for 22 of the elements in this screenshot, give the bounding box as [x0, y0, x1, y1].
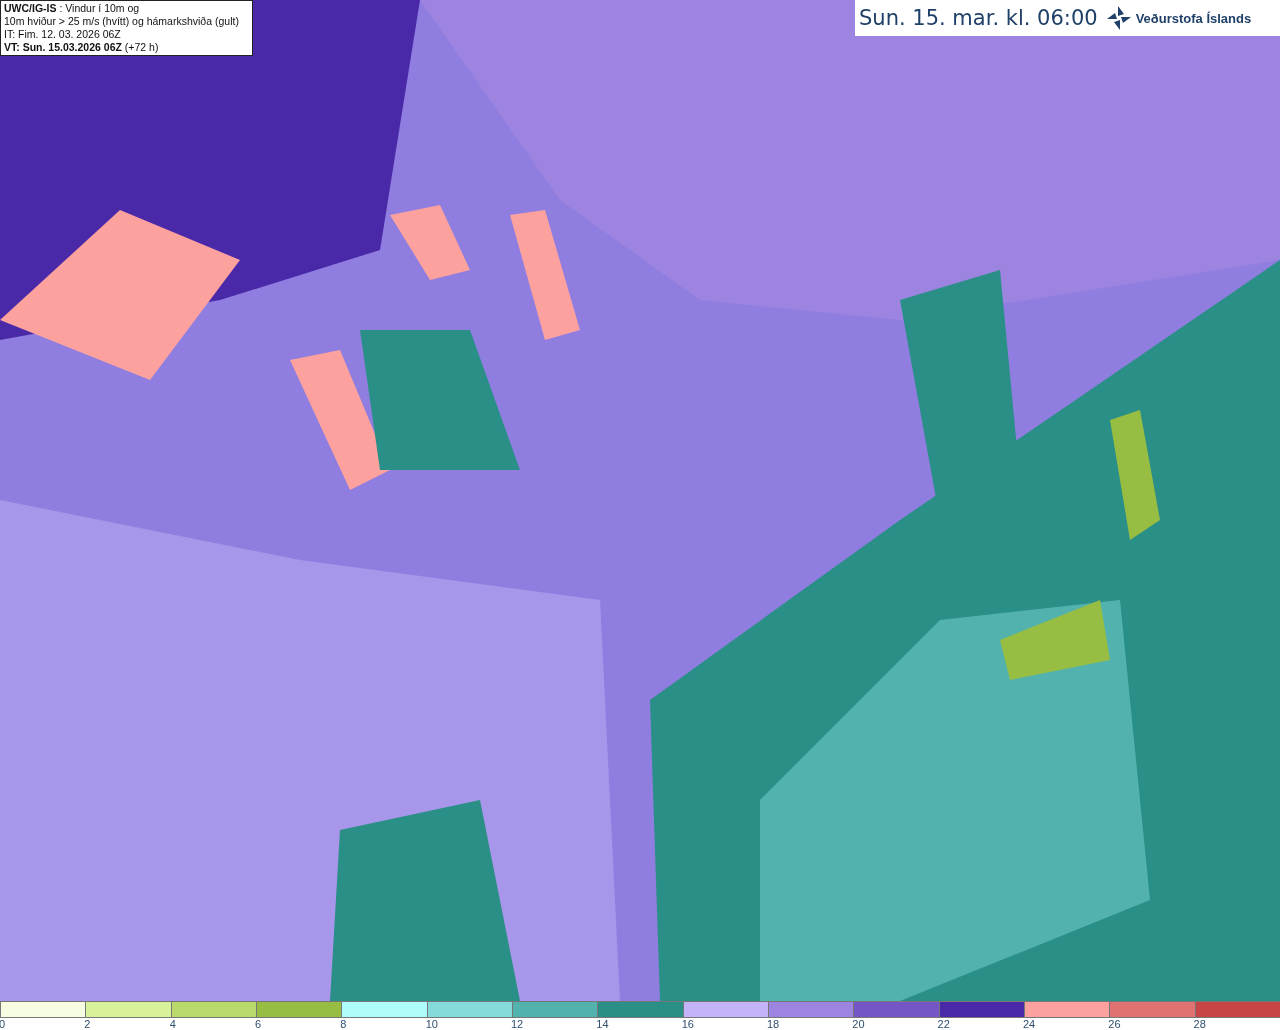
- forecast-time-title: Sun. 15. mar. kl. 06:00: [859, 6, 1098, 30]
- legend-label: 0: [0, 1018, 6, 1030]
- legend-label: 12: [510, 1018, 524, 1030]
- legend-label: 22: [937, 1018, 950, 1030]
- logo-text: Veðurstofa Íslands: [1135, 10, 1252, 26]
- legend-label: 8: [340, 1018, 347, 1030]
- legend-label: 26: [1108, 1018, 1121, 1030]
- legend-label: 18: [766, 1018, 780, 1030]
- legend-label: 28: [1193, 1018, 1206, 1030]
- issue-time: IT: Fim. 12. 03. 2026 06Z: [4, 28, 122, 41]
- legend-label: 4: [169, 1018, 176, 1030]
- legend-label: 2: [84, 1018, 91, 1030]
- legend-label: 14: [596, 1018, 609, 1030]
- legend-label: 20: [852, 1018, 865, 1030]
- legend-label: 24: [1022, 1018, 1036, 1030]
- legend-label: 10: [425, 1018, 438, 1030]
- legend-label: 16: [681, 1018, 694, 1030]
- valid-time: VT: Sun. 15.03.2026 06Z (+72 h): [4, 41, 160, 54]
- info-line: 10m hviður > 25 m/s (hvítt) og hámarkshviða (gult): [4, 15, 240, 28]
- logo-icon: [1105, 5, 1132, 31]
- legend-label: 6: [255, 1018, 262, 1030]
- info-heading: UWC/IG-IS : Vindur í 10m og: [4, 2, 141, 15]
